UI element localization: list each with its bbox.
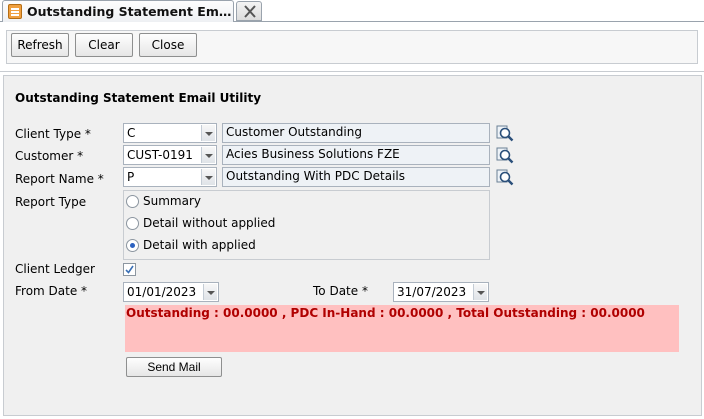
chevron-down-icon[interactable]	[203, 284, 217, 300]
customer-select[interactable]: CUST-0191	[123, 145, 217, 165]
to-date-value: 31/07/2023	[397, 285, 467, 299]
tab-close-button[interactable]	[236, 1, 262, 21]
radio-summary-button[interactable]	[126, 195, 139, 208]
radio-summary-label: Summary	[143, 194, 201, 208]
radio-detail-without-applied-label: Detail without applied	[143, 216, 276, 230]
close-button-label: Close	[151, 37, 185, 52]
customer-description: Acies Business Solutions FZE	[222, 145, 490, 165]
send-mail-button-label: Send Mail	[147, 360, 201, 374]
client-type-description: Customer Outstanding	[222, 123, 490, 143]
refresh-button-label: Refresh	[17, 37, 63, 52]
checkmark-icon	[125, 265, 134, 274]
outstanding-summary: Outstanding : 00.0000 , PDC In-Hand : 00…	[125, 305, 679, 352]
report-name-description: Outstanding With PDC Details	[222, 167, 490, 187]
report-name-value: P	[127, 170, 135, 184]
chevron-down-icon[interactable]	[201, 147, 215, 163]
chevron-down-icon[interactable]	[201, 125, 215, 141]
client-ledger-checkbox[interactable]	[123, 263, 136, 276]
page-title: Outstanding Statement Email Utility	[15, 91, 262, 105]
send-mail-button[interactable]: Send Mail	[126, 357, 222, 377]
tab-title: Outstanding Statement Em…	[27, 4, 232, 19]
client-ledger-label: Client Ledger	[15, 262, 95, 276]
radio-detail-with-applied-button[interactable]	[126, 239, 139, 252]
from-date-picker[interactable]: 01/01/2023	[123, 282, 219, 302]
document-tab-icon	[8, 4, 22, 19]
client-type-select[interactable]: C	[123, 123, 217, 143]
client-type-label: Client Type *	[15, 127, 91, 141]
report-name-select[interactable]: P	[123, 167, 217, 187]
from-date-value: 01/01/2023	[127, 285, 197, 299]
outstanding-summary-text: Outstanding : 00.0000 , PDC In-Hand : 00…	[126, 306, 645, 320]
chevron-down-icon[interactable]	[201, 169, 215, 185]
refresh-button[interactable]: Refresh	[11, 33, 69, 57]
radio-detail-with-applied-label: Detail with applied	[143, 238, 256, 252]
close-button[interactable]: Close	[139, 33, 197, 57]
to-date-label: To Date *	[313, 284, 368, 298]
clear-button[interactable]: Clear	[75, 33, 133, 57]
from-date-label: From Date *	[15, 284, 88, 298]
chevron-down-icon[interactable]	[473, 284, 487, 300]
customer-label: Customer *	[15, 149, 84, 163]
radio-detail-without-applied-button[interactable]	[126, 217, 139, 230]
report-type-label: Report Type	[15, 195, 87, 209]
lookup-search-icon[interactable]	[496, 168, 514, 186]
client-type-value: C	[127, 126, 136, 140]
tab-strip: Outstanding Statement Em…	[0, 0, 704, 22]
clear-button-label: Clear	[88, 37, 120, 52]
close-icon	[244, 5, 256, 18]
tab-outstanding-statement[interactable]: Outstanding Statement Em…	[2, 0, 234, 22]
customer-value: CUST-0191	[127, 148, 193, 162]
lookup-search-icon[interactable]	[496, 124, 514, 142]
to-date-picker[interactable]: 31/07/2023	[393, 282, 489, 302]
lookup-search-icon[interactable]	[496, 146, 514, 164]
report-name-label: Report Name *	[15, 172, 104, 186]
